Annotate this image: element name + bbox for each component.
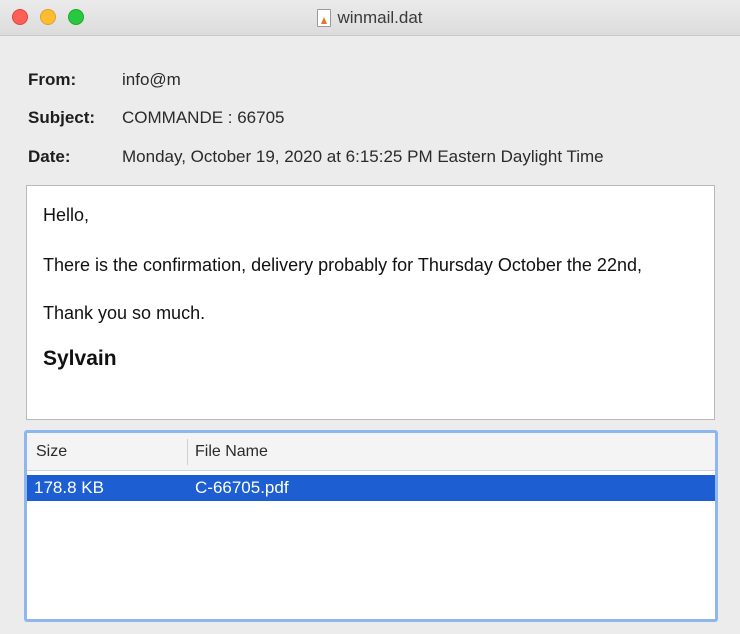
message-line-confirmation: There is the confirmation, delivery prob… xyxy=(43,255,642,275)
window-title-group: winmail.dat xyxy=(0,0,740,36)
attachment-row[interactable]: 178.8 KB C-66705.pdf xyxy=(27,475,715,501)
message-signature: Sylvain xyxy=(43,347,117,370)
from-label: From: xyxy=(28,70,77,89)
date-row: Date: Monday, October 19, 2020 at 6:15:2… xyxy=(28,147,604,167)
document-icon xyxy=(317,9,332,27)
message-greeting: Hello, xyxy=(43,205,90,225)
subject-row: Subject: COMMANDE : 66705 xyxy=(28,108,285,128)
from-value: info@m xyxy=(122,70,181,89)
attachment-size: 178.8 KB xyxy=(34,478,104,497)
date-value: Monday, October 19, 2020 at 6:15:25 PM E… xyxy=(122,147,604,166)
title-bar: winmail.dat xyxy=(0,0,740,36)
column-header-size[interactable]: Size xyxy=(36,443,67,461)
column-divider[interactable] xyxy=(187,439,188,465)
column-header-file-name[interactable]: File Name xyxy=(195,443,268,461)
subject-value: COMMANDE : 66705 xyxy=(122,108,285,127)
date-label: Date: xyxy=(28,147,71,166)
attachment-list-header: Size File Name xyxy=(27,433,715,471)
attachment-list[interactable]: Size File Name 178.8 KB C-66705.pdf xyxy=(24,430,718,622)
attachment-file-name: C-66705.pdf xyxy=(195,478,289,497)
message-body[interactable]: Hello, There is the confirmation, delive… xyxy=(26,185,715,420)
from-row: From: info@m xyxy=(28,70,181,90)
message-line-thanks: Thank you so much. xyxy=(43,303,206,323)
window-title: winmail.dat xyxy=(337,8,423,27)
subject-label: Subject: xyxy=(28,108,96,127)
